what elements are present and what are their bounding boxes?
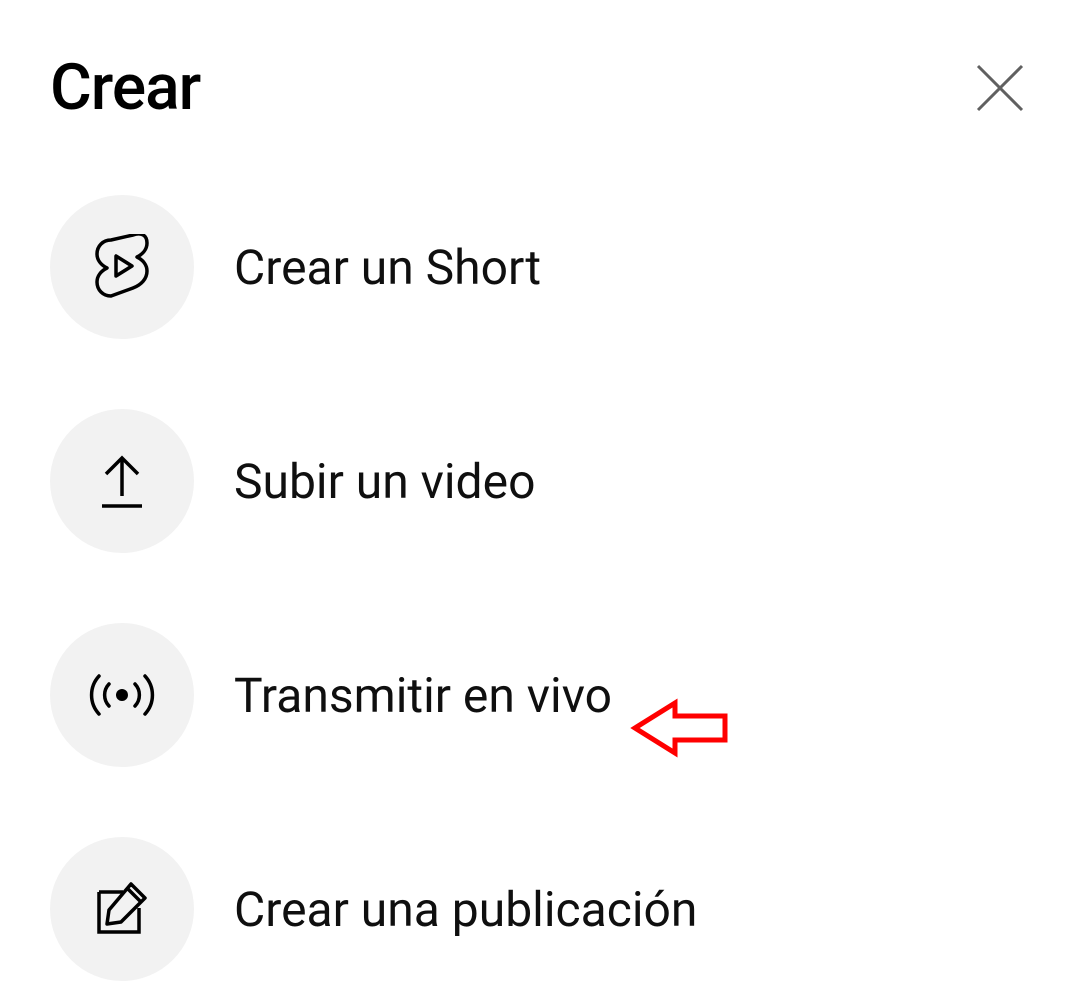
icon-container <box>50 409 194 553</box>
close-icon <box>974 62 1026 114</box>
upload-video-item[interactable]: Subir un video <box>50 409 1030 553</box>
icon-container <box>50 623 194 767</box>
create-post-item[interactable]: Crear una publicación <box>50 837 1030 981</box>
live-icon <box>87 670 157 720</box>
menu-item-label: Subir un video <box>234 453 535 510</box>
sheet-header: Crear <box>50 50 1030 125</box>
icon-container <box>50 837 194 981</box>
upload-icon <box>96 452 148 510</box>
menu-item-label: Crear un Short <box>234 239 541 296</box>
menu-item-label: Crear una publicación <box>234 881 697 938</box>
post-icon <box>91 878 153 940</box>
create-sheet: Crear Crear un Short <box>0 0 1080 1005</box>
sheet-title: Crear <box>50 50 200 125</box>
icon-container <box>50 195 194 339</box>
close-button[interactable] <box>970 58 1030 118</box>
menu-item-label: Transmitir en vivo <box>234 667 612 724</box>
go-live-item[interactable]: Transmitir en vivo <box>50 623 1030 767</box>
shorts-icon <box>93 234 151 300</box>
create-short-item[interactable]: Crear un Short <box>50 195 1030 339</box>
create-menu: Crear un Short Subir un video <box>50 195 1030 981</box>
